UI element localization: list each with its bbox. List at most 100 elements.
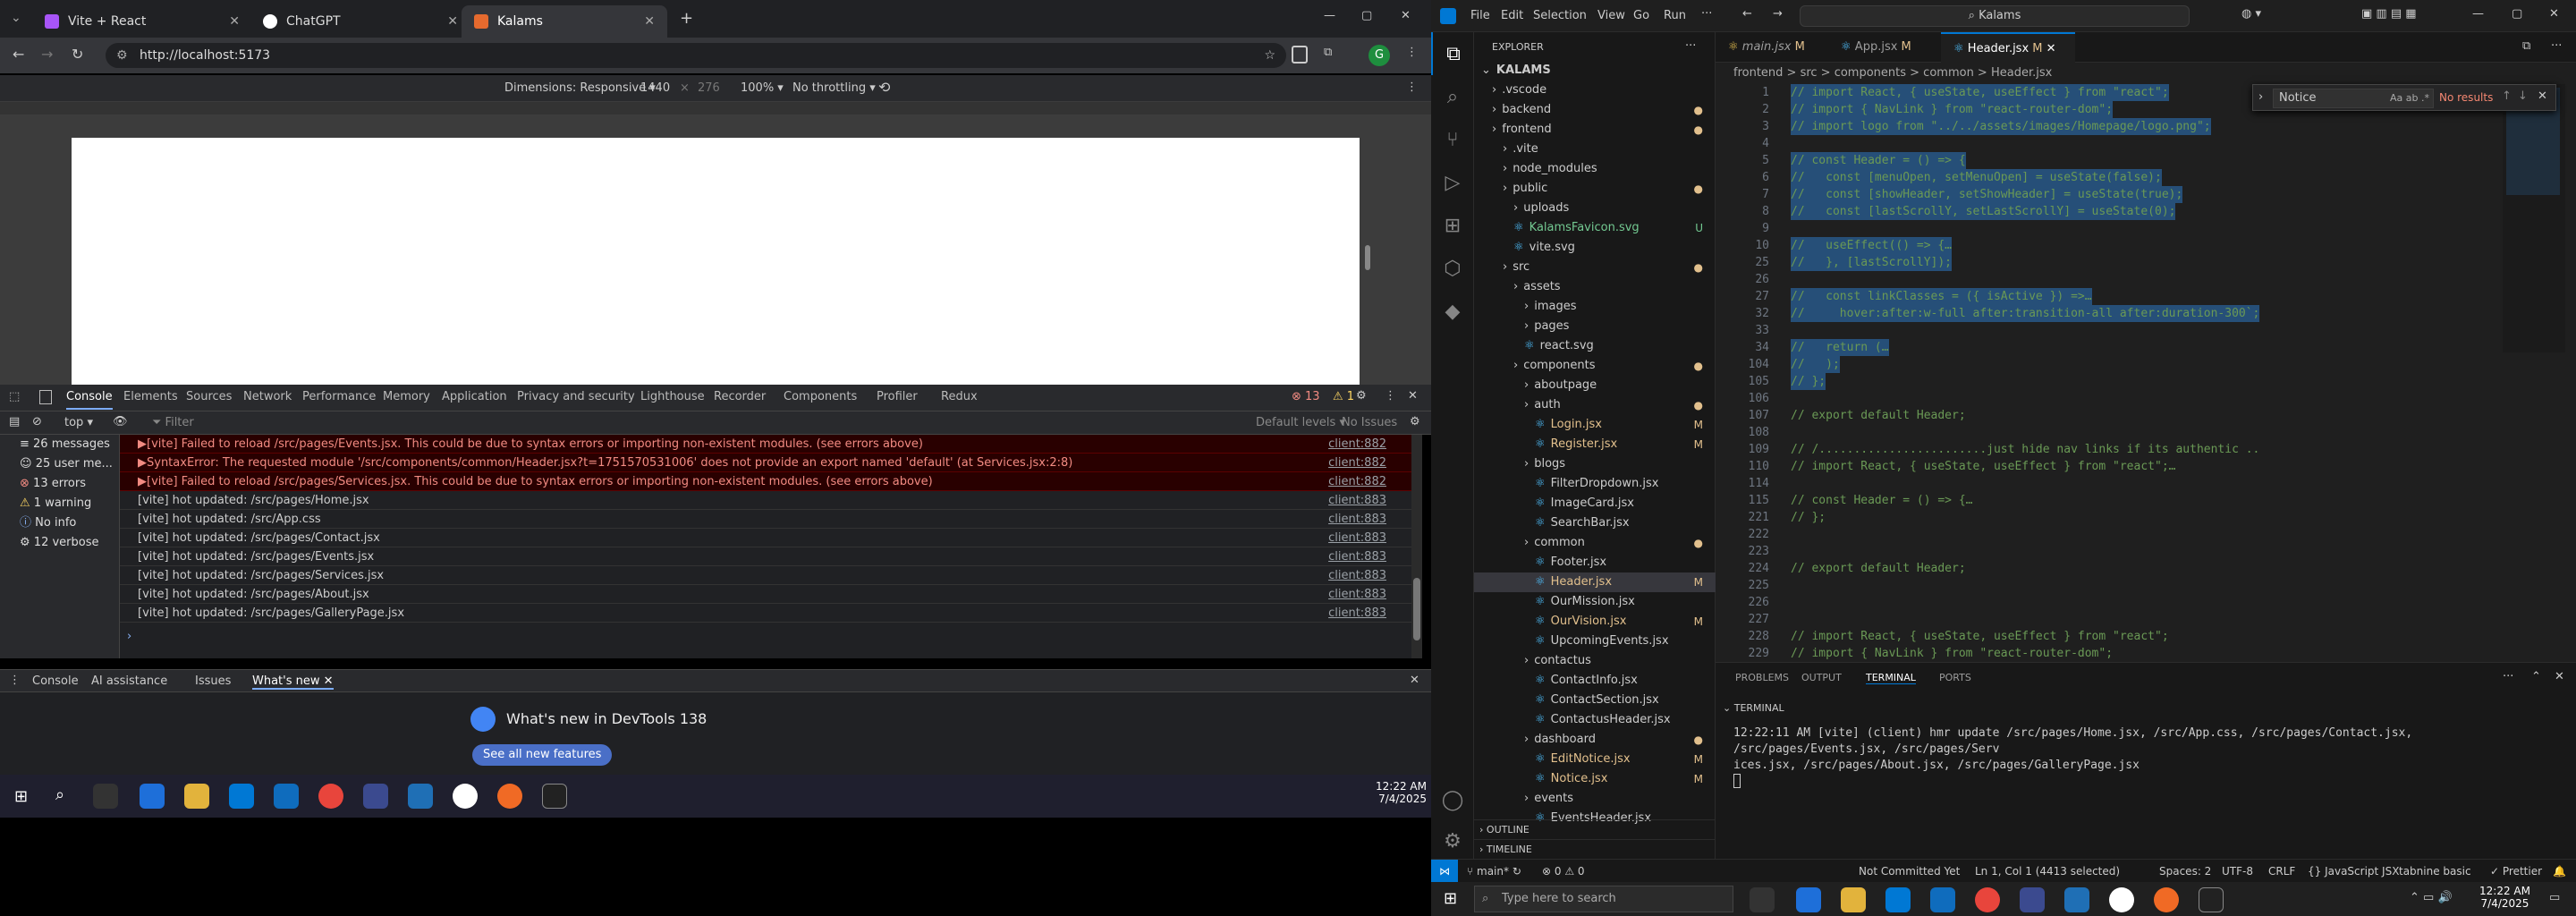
- close-icon[interactable]: ✕: [229, 14, 240, 29]
- copilot-icon[interactable]: ◍ ▾: [2241, 7, 2261, 21]
- tree-file[interactable]: ⚛ OurMission.jsx: [1474, 592, 1716, 612]
- code-line[interactable]: 226: [1716, 594, 2576, 611]
- tree-file[interactable]: ⚛ Header.jsx M: [1474, 572, 1716, 592]
- see-all-features-button[interactable]: See all new features: [472, 744, 613, 766]
- console-source-link[interactable]: client:883: [1328, 604, 1386, 623]
- tree-file[interactable]: ⚛ react.svg: [1474, 336, 1716, 356]
- tab-performance[interactable]: Performance: [302, 390, 376, 403]
- tree-folder[interactable]: › events: [1474, 789, 1716, 809]
- reload-icon[interactable]: ↻: [72, 46, 83, 63]
- back-icon[interactable]: ←: [13, 46, 24, 63]
- tree-folder[interactable]: › common ●: [1474, 533, 1716, 553]
- vscode-taskbar-icon[interactable]: [2064, 887, 2089, 912]
- tree-folder[interactable]: › node_modules: [1474, 159, 1716, 179]
- vscode-taskbar-icon[interactable]: [408, 784, 433, 809]
- toggle-replace-icon[interactable]: ›: [2258, 90, 2263, 104]
- explorer-more-icon[interactable]: ···: [1685, 39, 1696, 53]
- explorer-icon[interactable]: ⧉: [1431, 32, 1474, 75]
- postman-icon[interactable]: [2154, 887, 2179, 912]
- sidebar-item-warnings[interactable]: ⚠ 1 warning: [0, 494, 119, 513]
- branch-status[interactable]: ⑂ main* ↻: [1467, 865, 1521, 878]
- console-message[interactable]: ▶[vite] Failed to reload /src/pages/Even…: [120, 435, 1422, 454]
- console-source-link[interactable]: client:882: [1328, 435, 1386, 454]
- rotate-icon[interactable]: ⟲: [878, 79, 890, 96]
- mail-icon[interactable]: [1930, 887, 1955, 912]
- tree-file[interactable]: ⚛ Register.jsx M: [1474, 435, 1716, 454]
- code-line[interactable]: 34 // return (…: [1716, 339, 2576, 356]
- code-line[interactable]: 25 // }, [lastScrollY]);: [1716, 254, 2576, 271]
- command-center-search[interactable]: ⌕ Kalams: [1800, 5, 2190, 27]
- context-select[interactable]: top ▾: [64, 416, 93, 429]
- tree-folder[interactable]: › contactus: [1474, 651, 1716, 671]
- tree-folder[interactable]: › src ●: [1474, 258, 1716, 277]
- tab-lighthouse[interactable]: Lighthouse: [640, 390, 705, 403]
- terminal-icon[interactable]: [542, 784, 567, 809]
- code-line[interactable]: 229 // import { NavLink } from "react-rou…: [1716, 645, 2576, 662]
- menu-go[interactable]: Go: [1633, 9, 1649, 22]
- sidebar-item-verbose[interactable]: ⚙ 12 verbose: [0, 533, 119, 553]
- panel-tab-problems[interactable]: PROBLEMS: [1735, 672, 1789, 683]
- code-line[interactable]: 115 // const Header = () => {…: [1716, 492, 2576, 509]
- edge-icon[interactable]: [140, 784, 165, 809]
- tree-file[interactable]: ⚛ FilterDropdown.jsx: [1474, 474, 1716, 494]
- console-prompt[interactable]: ›: [127, 630, 131, 643]
- close-drawer-icon[interactable]: ✕: [1410, 674, 1419, 687]
- menu-edit[interactable]: Edit: [1501, 9, 1523, 22]
- levels-select[interactable]: Default levels ▾: [1256, 416, 1345, 429]
- console-source-link[interactable]: client:883: [1328, 566, 1386, 585]
- width-input[interactable]: 1440: [640, 81, 670, 95]
- console-source-link[interactable]: client:883: [1328, 529, 1386, 547]
- console-message[interactable]: [vite] hot updated: /src/pages/Contact.j…: [120, 529, 1422, 547]
- rendered-page[interactable]: [72, 138, 1360, 385]
- resize-handle[interactable]: [1365, 245, 1370, 270]
- drawer-menu-icon[interactable]: ⋮: [9, 674, 21, 687]
- code-line[interactable]: 4: [1716, 135, 2576, 152]
- chrome-tab-kalams[interactable]: Kalams ✕: [462, 5, 667, 38]
- search-icon[interactable]: ⌕: [1431, 75, 1474, 118]
- split-editor-icon[interactable]: ⧉: [2522, 39, 2530, 53]
- console-message[interactable]: [vite] hot updated: /src/pages/Events.js…: [120, 547, 1422, 566]
- menu-run[interactable]: Run: [1664, 9, 1686, 22]
- tree-file[interactable]: ⚛ OurVision.jsx M: [1474, 612, 1716, 632]
- code-line[interactable]: 227: [1716, 611, 2576, 628]
- code-line[interactable]: 3 // import logo from "../../assets/image…: [1716, 118, 2576, 135]
- app-icon[interactable]: [2020, 887, 2045, 912]
- code-line[interactable]: 114: [1716, 475, 2576, 492]
- code-line[interactable]: 222: [1716, 526, 2576, 543]
- tab-elements[interactable]: Elements: [123, 390, 178, 403]
- windows-start-icon[interactable]: ⊞: [14, 787, 28, 806]
- code-line[interactable]: 105 // };: [1716, 373, 2576, 390]
- outline-section[interactable]: › OUTLINE: [1474, 819, 1716, 839]
- tree-folder[interactable]: › frontend ●: [1474, 120, 1716, 140]
- file-explorer-icon[interactable]: [1841, 887, 1866, 912]
- chrome-icon[interactable]: [318, 784, 343, 809]
- tree-file[interactable]: ⚛ ImageCard.jsx: [1474, 494, 1716, 513]
- sidebar-item-messages[interactable]: ≡ 26 messages: [0, 435, 119, 454]
- forward-icon[interactable]: →: [41, 46, 53, 63]
- tree-file[interactable]: ⚛ EditNotice.jsx M: [1474, 750, 1716, 769]
- close-window-icon[interactable]: ✕: [1401, 9, 1411, 22]
- new-tab-icon[interactable]: +: [680, 9, 693, 28]
- tree-folder[interactable]: › blogs: [1474, 454, 1716, 474]
- code-line[interactable]: 110 // import React, { useState, useEffec…: [1716, 458, 2576, 475]
- problems-status[interactable]: ⊗ 0 ⚠ 0: [1542, 865, 1585, 878]
- code-line[interactable]: 221 // };: [1716, 509, 2576, 526]
- throttle-select[interactable]: No throttling ▾: [792, 81, 876, 95]
- warning-count-badge[interactable]: ⚠ 1: [1333, 390, 1354, 403]
- tree-folder[interactable]: › pages: [1474, 317, 1716, 336]
- menu-view[interactable]: View: [1597, 9, 1625, 22]
- tabnine-status[interactable]: tabnine basic: [2399, 865, 2471, 878]
- menu-selection[interactable]: Selection: [1533, 9, 1587, 22]
- tray-icons[interactable]: ⌃ ▭ 🔊: [2410, 891, 2453, 904]
- next-match-icon[interactable]: ↓: [2518, 89, 2528, 103]
- height-input[interactable]: 276: [698, 81, 720, 95]
- run-debug-icon[interactable]: ▷: [1431, 161, 1474, 204]
- tab-recorder[interactable]: Recorder: [714, 390, 766, 403]
- tree-file[interactable]: ⚛ ContactInfo.jsx: [1474, 671, 1716, 691]
- settings-gear-icon[interactable]: ⚙: [1356, 389, 1367, 403]
- code-line[interactable]: 228 // import React, { useState, useEffec…: [1716, 628, 2576, 645]
- console-message[interactable]: [vite] hot updated: /src/pages/About.jsx…: [120, 585, 1422, 604]
- editor-more-icon[interactable]: ···: [2551, 39, 2562, 53]
- tree-folder[interactable]: › .vscode: [1474, 81, 1716, 100]
- panel-tab-ports[interactable]: PORTS: [1939, 672, 1971, 683]
